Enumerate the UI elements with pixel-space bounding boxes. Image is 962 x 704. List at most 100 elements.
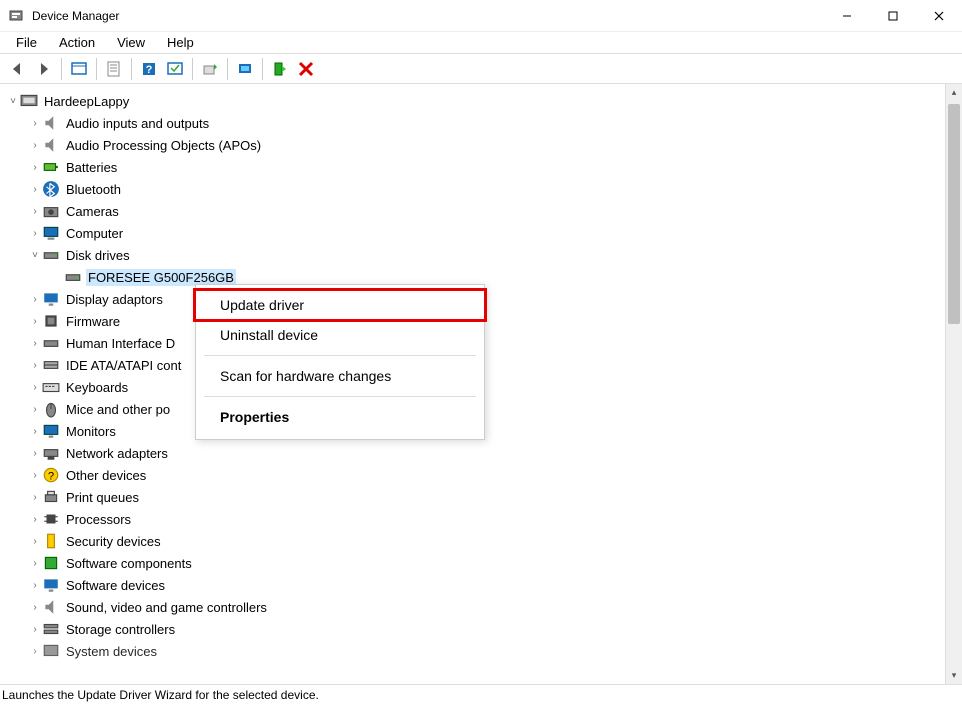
window-controls [824,0,962,32]
update-driver-button[interactable] [198,57,222,81]
tree-item-audio-processing[interactable]: › Audio Processing Objects (APOs) [6,134,962,156]
help-button[interactable]: ? [137,57,161,81]
tree-item-audio-inputs[interactable]: › Audio inputs and outputs [6,112,962,134]
chevron-right-icon[interactable]: › [28,140,42,151]
chevron-right-icon[interactable]: › [28,118,42,129]
chevron-right-icon[interactable]: › [28,404,42,415]
chevron-down-icon[interactable]: ˅ [28,250,42,261]
chevron-right-icon[interactable]: › [28,492,42,503]
keyboard-icon [42,379,60,395]
tree-item-network[interactable]: › Network adapters [6,442,962,464]
chevron-right-icon[interactable]: › [28,470,42,481]
uninstall-device-button[interactable] [294,57,318,81]
chevron-right-icon[interactable]: › [28,536,42,547]
scroll-down-arrow[interactable]: ▾ [946,667,962,684]
ctx-update-driver[interactable]: Update driver [193,288,487,322]
back-button[interactable] [6,57,30,81]
chevron-right-icon[interactable]: › [28,382,42,393]
chevron-right-icon[interactable]: › [28,228,42,239]
storage-icon [42,621,60,637]
toolbar-separator [61,58,62,80]
camera-icon [42,203,60,219]
tree-item-print-queues[interactable]: › Print queues [6,486,962,508]
scroll-up-arrow[interactable]: ▴ [946,84,962,101]
tree-root-label: HardeepLappy [42,93,131,110]
toolbar-separator [262,58,263,80]
tree-item-cameras[interactable]: › Cameras [6,200,962,222]
chevron-right-icon[interactable]: › [28,448,42,459]
chevron-down-icon[interactable]: ˅ [6,96,20,107]
chevron-right-icon[interactable]: › [28,558,42,569]
audio-icon [42,115,60,131]
chevron-right-icon[interactable]: › [28,316,42,327]
scan-hardware-button[interactable] [233,57,257,81]
svg-text:?: ? [146,64,153,76]
menu-view[interactable]: View [107,33,155,52]
hid-icon [42,335,60,351]
tree-item-sound-video-game[interactable]: › Sound, video and game controllers [6,596,962,618]
window-title: Device Manager [32,9,824,23]
maximize-button[interactable] [870,0,916,32]
tree-item-software-devices[interactable]: › Software devices [6,574,962,596]
chevron-right-icon[interactable]: › [28,184,42,195]
tree-item-disk-drives[interactable]: ˅ Disk drives [6,244,962,266]
close-button[interactable] [916,0,962,32]
tree-item-batteries[interactable]: › Batteries [6,156,962,178]
audio-icon [42,137,60,153]
context-menu: Update driver Uninstall device Scan for … [195,284,485,440]
chevron-right-icon[interactable]: › [28,338,42,349]
disk-icon [64,269,82,285]
menu-action[interactable]: Action [49,33,105,52]
forward-button[interactable] [32,57,56,81]
menu-file[interactable]: File [6,33,47,52]
enable-device-button[interactable] [268,57,292,81]
statusbar: Launches the Update Driver Wizard for th… [0,684,962,704]
properties-button[interactable] [102,57,126,81]
chevron-right-icon[interactable]: › [28,514,42,525]
statusbar-text: Launches the Update Driver Wizard for th… [2,688,319,702]
tree-item-system-devices[interactable]: › System devices [6,640,962,662]
chevron-right-icon[interactable]: › [28,294,42,305]
display-icon [42,291,60,307]
ctx-properties[interactable]: Properties [196,401,484,433]
security-icon [42,533,60,549]
tree-item-security[interactable]: › Security devices [6,530,962,552]
app-icon [8,8,24,24]
software-device-icon [42,577,60,593]
software-component-icon [42,555,60,571]
chevron-right-icon[interactable]: › [28,580,42,591]
ide-icon [42,357,60,373]
chevron-right-icon[interactable]: › [28,162,42,173]
tree-root[interactable]: ˅ HardeepLappy [6,90,962,112]
system-icon [42,643,60,659]
firmware-icon [42,313,60,329]
chevron-right-icon[interactable]: › [28,426,42,437]
show-hidden-button[interactable] [67,57,91,81]
tree-item-other-devices[interactable]: › ? Other devices [6,464,962,486]
mouse-icon [42,401,60,417]
tree-item-software-components[interactable]: › Software components [6,552,962,574]
tree-item-computer[interactable]: › Computer [6,222,962,244]
tree-item-storage-controllers[interactable]: › Storage controllers [6,618,962,640]
chevron-right-icon[interactable]: › [28,206,42,217]
tree-item-bluetooth[interactable]: › Bluetooth [6,178,962,200]
details-button[interactable] [163,57,187,81]
ctx-uninstall-device[interactable]: Uninstall device [196,319,484,351]
chevron-right-icon[interactable]: › [28,360,42,371]
scroll-thumb[interactable] [948,104,960,324]
vertical-scrollbar[interactable]: ▴ ▾ [945,84,962,684]
tree-item-processors[interactable]: › Processors [6,508,962,530]
minimize-button[interactable] [824,0,870,32]
menu-help[interactable]: Help [157,33,204,52]
chevron-right-icon[interactable]: › [28,646,42,657]
chevron-right-icon[interactable]: › [28,624,42,635]
toolbar-separator [131,58,132,80]
menubar: File Action View Help [0,32,962,54]
battery-icon [42,159,60,175]
titlebar: Device Manager [0,0,962,32]
ctx-scan-hardware[interactable]: Scan for hardware changes [196,360,484,392]
computer-icon [20,93,38,109]
chevron-right-icon[interactable]: › [28,602,42,613]
toolbar-separator [227,58,228,80]
printer-icon [42,489,60,505]
